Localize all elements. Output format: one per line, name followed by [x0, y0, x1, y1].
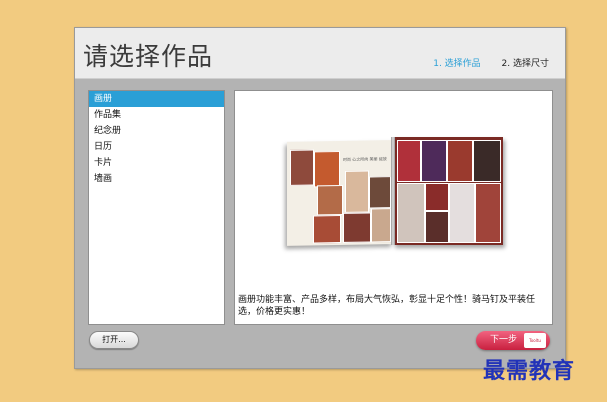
photo-thumb — [449, 183, 475, 243]
photo-thumb — [343, 212, 371, 243]
album-right-page — [393, 137, 503, 245]
product-description: 画册功能丰富、产品多样，布局大气恢弘，彰显十足个性！骑马钉及平装任选，价格更实惠… — [238, 295, 536, 317]
album-left-page: 时尚 心之所向 美丽 绽放 — [287, 140, 393, 246]
category-list[interactable]: 画册 作品集 纪念册 日历 卡片 墙画 — [88, 90, 225, 325]
step-select-size: 2. 选择尺寸 — [501, 59, 549, 69]
album-spine — [391, 137, 395, 245]
photo-thumb — [369, 176, 391, 209]
select-work-dialog: 请选择作品 1. 选择作品 2. 选择尺寸 画册 作品集 纪念册 日历 卡片 墙… — [74, 27, 566, 369]
category-item-memorial-book[interactable]: 纪念册 — [89, 123, 224, 139]
photo-thumb — [397, 140, 421, 182]
photo-thumb — [473, 140, 501, 182]
page-title: 请选择作品 — [83, 42, 214, 71]
photo-thumb — [397, 183, 425, 243]
category-item-album[interactable]: 画册 — [89, 91, 224, 107]
category-item-card[interactable]: 卡片 — [89, 155, 224, 171]
photo-thumb — [425, 183, 449, 211]
category-item-portfolio[interactable]: 作品集 — [89, 107, 224, 123]
album-preview-image: 时尚 心之所向 美丽 绽放 — [287, 137, 503, 246]
brand-tag-icon: Tooltu — [524, 333, 546, 348]
photo-thumb — [317, 184, 343, 216]
category-item-calendar[interactable]: 日历 — [89, 139, 224, 155]
photo-thumb — [290, 149, 314, 186]
dialog-header: 请选择作品 1. 选择作品 2. 选择尺寸 — [75, 28, 565, 79]
photo-thumb — [314, 151, 340, 188]
step-select-work: 1. 选择作品 — [433, 59, 481, 69]
step-indicator: 1. 选择作品 2. 选择尺寸 — [415, 56, 549, 69]
photo-thumb — [313, 214, 341, 244]
preview-panel: 时尚 心之所向 美丽 绽放 画册功能丰富、产品多样，布局大气恢弘，彰显十足个性！… — [234, 90, 553, 325]
category-item-wall-art[interactable]: 墙画 — [89, 171, 224, 187]
next-step-label: 下一步 — [490, 335, 518, 345]
photo-thumb — [371, 208, 391, 243]
open-button[interactable]: 打开... — [89, 331, 139, 349]
album-caption: 时尚 心之所向 美丽 绽放 — [343, 156, 387, 162]
photo-thumb — [421, 140, 447, 182]
photo-thumb — [447, 140, 473, 182]
next-step-button[interactable]: 下一步 Tooltu — [476, 331, 550, 350]
photo-thumb — [475, 183, 501, 243]
photo-thumb — [345, 170, 369, 213]
watermark-logo: 最需教育 — [483, 358, 576, 384]
photo-thumb — [425, 211, 449, 243]
